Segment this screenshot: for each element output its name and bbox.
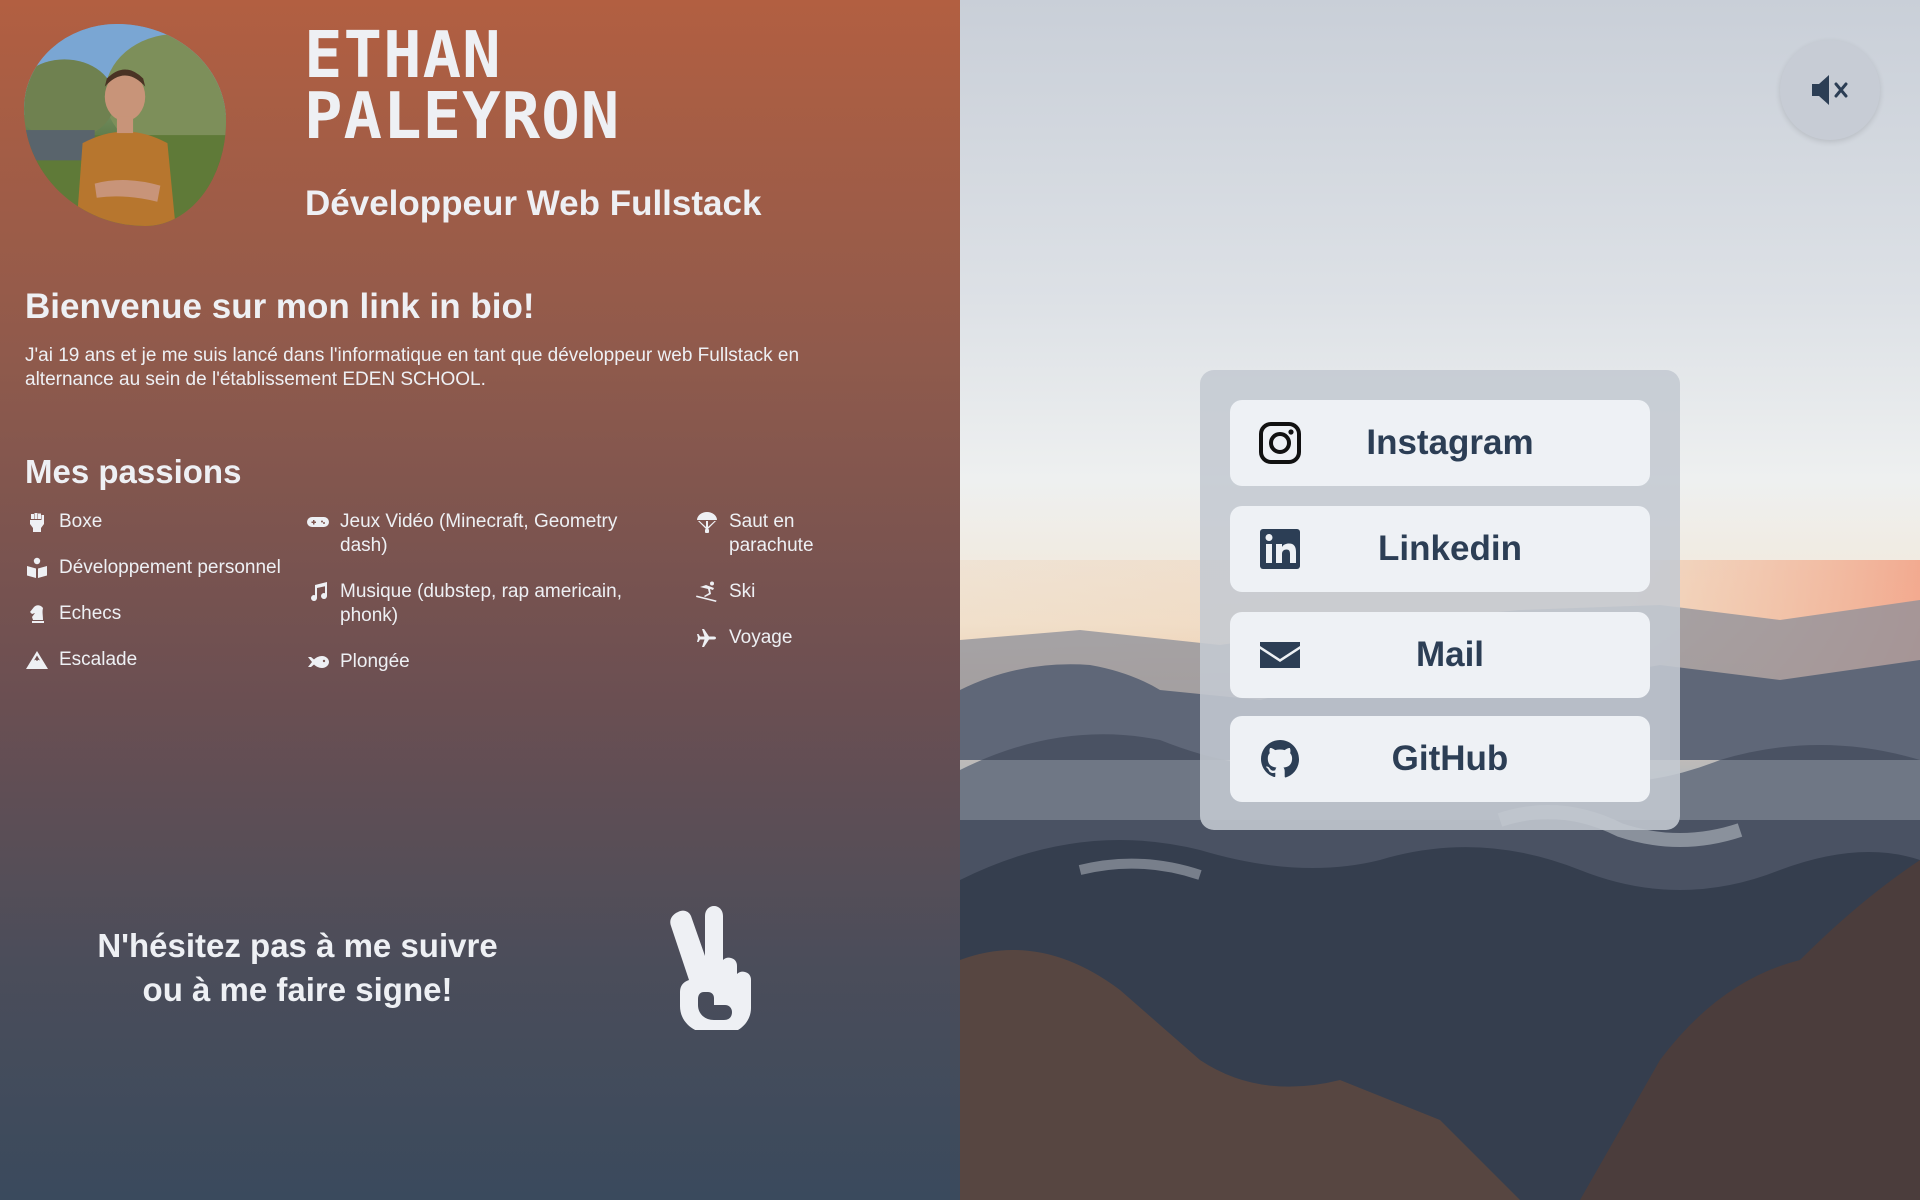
follow-line-1: N'hésitez pas à me suivre <box>97 927 498 964</box>
passion-label: Développement personnel <box>59 557 281 578</box>
passion-label: Saut en parachute <box>729 511 814 556</box>
parachute-icon <box>694 510 720 534</box>
passion-label: Ski <box>729 581 756 602</box>
profile-panel: ETHAN PALEYRON Développeur Web Fullstack… <box>0 0 960 1200</box>
passions-title: Mes passions <box>25 453 242 490</box>
passions-column-1: Boxe Développement personnel Echecs Esca… <box>24 510 284 694</box>
passion-label: Escalade <box>59 649 138 670</box>
last-name: PALEYRON <box>304 80 621 154</box>
linkedin-icon <box>1258 527 1302 571</box>
passion-item: Ski <box>694 580 854 604</box>
envelope-icon <box>1258 633 1302 677</box>
profile-avatar <box>24 24 226 226</box>
passion-item: Boxe <box>24 510 284 534</box>
passions-column-2: Jeux Vidéo (Minecraft, Geometry dash) Mu… <box>305 510 655 696</box>
instagram-icon <box>1258 421 1302 465</box>
profile-photo <box>24 24 226 226</box>
follow-line-2: ou à me faire signe! <box>142 971 453 1008</box>
passions-column-3: Saut en parachute Ski Voyage <box>694 510 854 672</box>
github-icon <box>1258 737 1302 781</box>
mail-link-button[interactable]: Mail <box>1230 612 1650 698</box>
volume-mute-icon <box>1812 75 1848 105</box>
instagram-link-button[interactable]: Instagram <box>1230 400 1650 486</box>
chess-knight-icon <box>24 602 50 626</box>
fist-icon <box>24 510 50 534</box>
passion-item: Jeux Vidéo (Minecraft, Geometry dash) <box>305 510 655 558</box>
passion-item: Plongée <box>305 650 655 674</box>
passion-label: Echecs <box>59 603 122 624</box>
book-reader-icon <box>24 556 50 580</box>
passion-label: Jeux Vidéo (Minecraft, Geometry dash) <box>340 511 618 556</box>
passion-item: Musique (dubstep, rap americain, phonk) <box>305 580 655 628</box>
github-link-button[interactable]: GitHub <box>1230 716 1650 802</box>
welcome-text: J'ai 19 ans et je me suis lancé dans l'i… <box>25 345 800 390</box>
fish-icon <box>305 650 331 674</box>
passion-label: Plongée <box>340 651 410 672</box>
skiing-icon <box>694 580 720 604</box>
gamepad-icon <box>305 510 331 534</box>
passion-item: Escalade <box>24 648 284 672</box>
passion-item: Saut en parachute <box>694 510 854 558</box>
passion-label: Boxe <box>59 511 103 532</box>
profile-name: ETHAN PALEYRON <box>304 19 621 154</box>
music-icon <box>305 580 331 604</box>
passion-item: Voyage <box>694 626 854 650</box>
first-name: ETHAN <box>304 19 502 93</box>
plane-icon <box>694 626 720 650</box>
follow-message: N'hésitez pas à me suivre ou à me faire … <box>60 924 535 1012</box>
peace-hand-icon <box>668 904 772 1034</box>
welcome-title: Bienvenue sur mon link in bio! <box>25 287 535 326</box>
passion-item: Echecs <box>24 602 284 626</box>
profile-role: Développeur Web Fullstack <box>305 184 762 223</box>
social-links-card: Instagram Linkedin Mail GitHub <box>1200 370 1680 830</box>
mute-button[interactable] <box>1780 40 1880 140</box>
passion-item: Développement personnel <box>24 556 284 580</box>
passion-label: Musique (dubstep, rap americain, phonk) <box>340 581 622 626</box>
linkedin-link-button[interactable]: Linkedin <box>1230 506 1650 592</box>
mountain-icon <box>24 648 50 672</box>
passion-label: Voyage <box>729 627 793 648</box>
